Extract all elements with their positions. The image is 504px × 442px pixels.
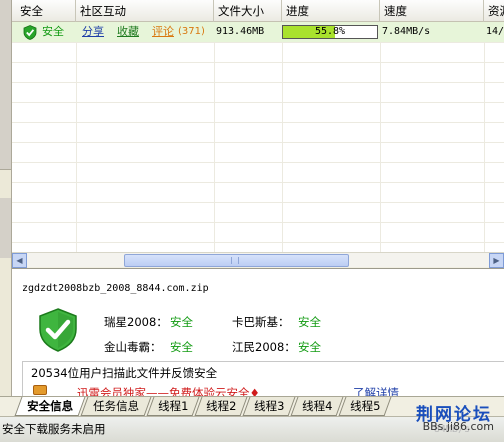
resource-count: 14/9 [486, 26, 504, 37]
scanner-result: 安全 [298, 315, 321, 329]
file-name: zgdzdt2008bzb_2008_8844.com.zip [22, 283, 209, 294]
tab-task-info[interactable]: 任务信息 [80, 397, 152, 416]
scroll-left-button[interactable]: ◀ [12, 253, 27, 268]
tab-label: 线程3 [254, 399, 285, 413]
security-info-panel: zgdzdt2008bzb_2008_8844.com.zip 瑞星2008： … [12, 268, 504, 397]
tab-thread-4[interactable]: 线程4 [290, 397, 344, 416]
progress-bar: 55.8% [282, 25, 378, 39]
tab-thread-5[interactable]: 线程5 [338, 397, 392, 416]
tab-label: 安全信息 [27, 399, 74, 413]
safe-shield-icon [23, 25, 37, 40]
scroll-right-button[interactable]: ▶ [489, 253, 504, 268]
scanner-result: 安全 [298, 340, 321, 354]
column-header-progress[interactable]: 进度 [282, 0, 380, 22]
vip-icon [33, 383, 49, 397]
column-header-size[interactable]: 文件大小 [214, 0, 282, 22]
tab-label: 线程2 [206, 399, 237, 413]
download-speed: 7.84MB/s [382, 26, 431, 37]
scanner-result: 安全 [170, 315, 193, 329]
left-panel-strip [0, 0, 12, 416]
tab-label: 线程4 [302, 399, 333, 413]
comment-link[interactable]: 评论 [152, 22, 174, 42]
status-text: 安全下载服务未启用 [2, 422, 106, 436]
tab-label: 线程1 [158, 399, 189, 413]
watermark-url: BBs.ji86.com [422, 420, 494, 433]
tab-label: 线程5 [350, 399, 381, 413]
share-link[interactable]: 分享 [82, 22, 104, 42]
file-size: 913.46MB [216, 26, 265, 37]
column-header-resources[interactable]: 资源 [484, 0, 504, 22]
tab-thread-3[interactable]: 线程3 [242, 397, 296, 416]
task-list: c 安全 分享 收藏 评论 (371) 913.46MB 55.8% 7.84M… [12, 22, 504, 252]
feedback-text: 20534位用户扫描此文件并反馈安全 [31, 366, 218, 380]
tab-label: 任务信息 [93, 399, 140, 413]
scanner-name: 卡巴斯基： [232, 315, 290, 329]
scrollbar-thumb[interactable] [124, 254, 349, 267]
collect-link[interactable]: 收藏 [117, 22, 139, 42]
tab-security-info[interactable]: 安全信息 [14, 397, 86, 416]
grip-icon [231, 257, 239, 264]
column-header-community[interactable]: 社区互动 [76, 0, 214, 22]
comment-count: (371) [178, 26, 205, 37]
feedback-notice: 20534位用户扫描此文件并反馈安全 迅雷会员独家——免费体验云安全♦ 了解详情 [22, 361, 504, 397]
horizontal-scrollbar[interactable]: ◀ ▶ [12, 252, 504, 268]
scanner-result: 安全 [170, 340, 193, 354]
scanner-name: 瑞星2008： [104, 315, 168, 329]
scanner-name: 江民2008： [232, 340, 296, 354]
column-header-speed[interactable]: 速度 [380, 0, 484, 22]
scanner-name: 金山毒霸： [104, 340, 162, 354]
column-header-safety[interactable]: 安全 [16, 0, 76, 22]
large-safe-shield-icon [39, 308, 77, 352]
task-list-header: 安全 社区互动 文件大小 进度 速度 资源 [12, 0, 504, 22]
tab-thread-2[interactable]: 线程2 [194, 397, 248, 416]
tab-thread-1[interactable]: 线程1 [146, 397, 200, 416]
table-row[interactable]: c 安全 分享 收藏 评论 (371) 913.46MB 55.8% 7.84M… [12, 22, 504, 42]
safety-status: 安全 [42, 25, 64, 38]
progress-text: 55.8% [314, 26, 346, 37]
